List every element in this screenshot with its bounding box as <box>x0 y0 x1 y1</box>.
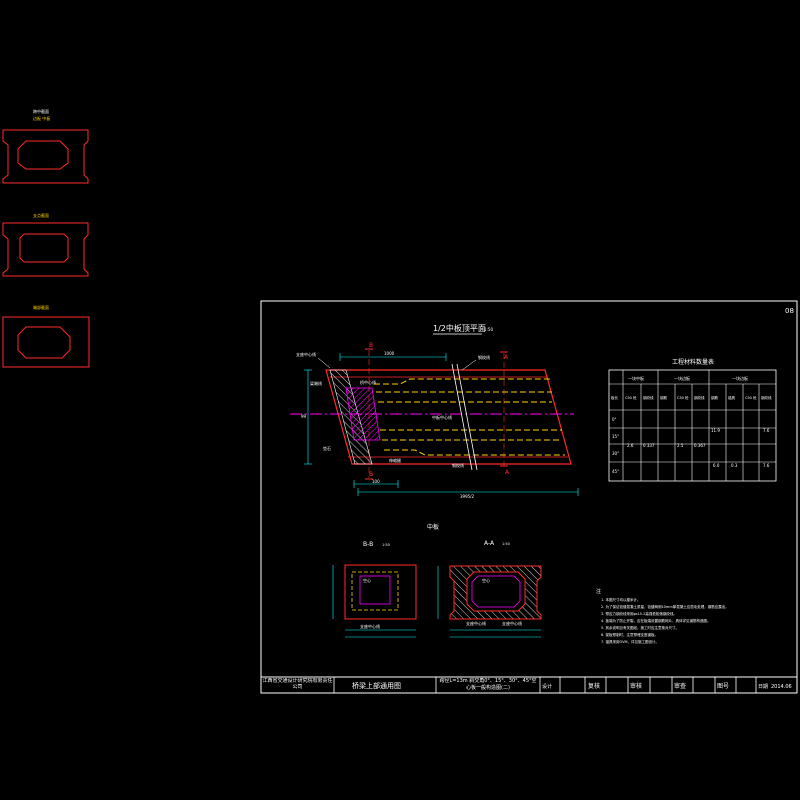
side-section-2: 支点截面 <box>2 212 89 277</box>
side-section-1-label-b: 边板 中板 <box>33 115 50 121</box>
plan-label-top-right: 钢绞线 <box>478 354 490 360</box>
section-bb: B-B 1:50 空心 支座中心线 <box>332 541 417 638</box>
section-aa-bottom-left: 支座中心线 <box>466 620 486 626</box>
table-row-2-col-6: 11.9 <box>711 428 720 433</box>
sheet-number: 08 <box>785 307 794 315</box>
plan-label-bottom-left: 伸缩缝 <box>389 457 401 463</box>
plan-dim-top: 1000 <box>384 351 395 356</box>
section-aa-scale: 1:50 <box>502 542 510 546</box>
notes-title: 注 <box>596 588 601 595</box>
title-drawing-no-label: 图号 <box>717 683 729 690</box>
table-row-2-col-5: 0.367 <box>694 443 706 448</box>
midspan-label: 中板 <box>427 523 439 531</box>
sheet-frame: 08 <box>260 300 798 694</box>
title-project: 桥梁上部通用图 <box>352 681 401 690</box>
plan-title: 1/2中板顶平面 <box>433 323 486 333</box>
side-section-1-label-a: 跨中截面 <box>33 108 49 114</box>
plan-strands <box>374 378 565 456</box>
table-group-1: 一块中板 <box>628 375 644 381</box>
note-6: 6. 梁板预制时，注意预埋支座钢板。 <box>601 632 658 637</box>
side-section-3-void <box>17 326 71 359</box>
plan-label-left-mid: 梁端线 <box>310 380 322 386</box>
table-note-row-9: 0.3 <box>731 463 738 468</box>
section-bb-core: 空心 <box>363 577 371 583</box>
side-section-2-outline <box>2 222 89 277</box>
note-4: 4. 板端为了防止开裂，应在板端设置钢筋网片，具体详见钢筋构造图。 <box>601 618 710 623</box>
title-drawing-name: 跨径L=13m 斜交角0°、15°、30°、45°空心板一般构造图(二) <box>439 678 537 691</box>
plan-dim-bottom-1: 100 <box>372 479 380 484</box>
material-table: 工程材料数量表 一块中板 一块边板 一块边板 板长 C50 砼 钢绞线 钢筋 C… <box>608 358 777 482</box>
note-1: 1. 本图尺寸均以厘米计。 <box>601 597 640 602</box>
side-section-3: 端部截面 <box>2 304 90 368</box>
table-header-6: 钢筋 <box>711 395 719 400</box>
plan-view: 1/2中板顶平面 1:50 B A B A 1000 99 100 3995/2… <box>290 323 579 499</box>
note-2: 2. 为了保证铰缝混凝土质量，铰缝两侧10mm厚混凝土应凿毛处理，钢筋应露出。 <box>601 604 729 609</box>
table-header-4: C50 砼 <box>677 395 689 400</box>
section-aa: A-A 1:50 空心 支座中心线 支座中心线 <box>437 540 542 638</box>
section-bb-title: B-B <box>363 541 373 548</box>
note-5: 5. 其余说明见有关图纸，施工时应注意核对尺寸。 <box>601 625 679 630</box>
table-note-row-8: 6.0 <box>713 463 720 468</box>
table-header-3: 钢筋 <box>660 395 668 400</box>
title-date-label: 日期 <box>758 684 768 690</box>
section-marker-b-top: B <box>369 342 373 349</box>
title-date-value: 2014.06 <box>771 684 792 690</box>
table-row-1-col-0: 15° <box>612 434 619 439</box>
note-7: 7. 锚具采用OVM，详见施工图设计。 <box>601 639 659 644</box>
side-section-1: 跨中截面 边板 中板 <box>2 108 89 184</box>
note-3: 3. 预应力钢绞线采用φs15.2高强低松弛钢绞线。 <box>601 611 677 616</box>
title-company: 江西省交通设计研究院有限责任公司 <box>262 678 333 690</box>
plan-label-mid-left: 桥中心线 <box>360 379 376 385</box>
section-bb-bottom: 支座中心线 <box>360 623 380 629</box>
table-row-2-col-1: 2.6 <box>627 443 634 448</box>
side-section-1-void <box>17 140 69 170</box>
table-row-0-col-10: 7.6 <box>763 428 770 433</box>
title-approve-label: 审查 <box>674 682 686 690</box>
section-marker-b-bottom: B <box>369 471 373 478</box>
table-header-9: 钢绞线 <box>761 395 772 400</box>
table-row-2-col-0: 30° <box>612 451 619 456</box>
title-design-label: 设计 <box>542 683 552 690</box>
table-row-0-col-0: 0° <box>612 417 617 422</box>
table-row-2-col-2: 0.337 <box>643 443 655 448</box>
table-group-3: 一块边板 <box>732 375 748 381</box>
side-section-3-label: 端部截面 <box>33 304 49 310</box>
table-note-row-10: 7.6 <box>763 463 770 468</box>
plan-dim-bottom-2: 3995/2 <box>460 494 475 499</box>
table-header-7: 锚具 <box>728 395 736 400</box>
section-aa-bottom-right: 支座中心线 <box>502 620 522 626</box>
table-group-2: 一块边板 <box>674 375 690 381</box>
table-title: 工程材料数量表 <box>672 358 714 366</box>
section-bb-scale: 1:50 <box>382 543 390 547</box>
title-block: 江西省交通设计研究院有限责任公司 桥梁上部通用图 跨径L=13m 斜交角0°、1… <box>260 676 798 694</box>
title-review2-label: 审核 <box>630 682 642 690</box>
table-header-1: C50 砼 <box>625 395 637 400</box>
side-section-2-label: 支点截面 <box>33 212 49 218</box>
side-section-3-outline <box>2 316 90 368</box>
section-marker-a-top: A <box>504 354 509 361</box>
side-section-2-void <box>19 233 69 263</box>
notes: 注 1. 本图尺寸均以厘米计。 2. 为了保证铰缝混凝土质量，铰缝两侧10mm厚… <box>596 588 729 644</box>
plan-label-center: 中板中心线 <box>432 414 452 420</box>
table-header-8: C50 砼 <box>745 395 757 400</box>
title-review1-label: 复核 <box>588 682 600 690</box>
section-aa-title: A-A <box>484 540 495 547</box>
plan-dim-left: 99 <box>301 414 307 419</box>
table-row-3-col-0: 45° <box>612 469 619 474</box>
plan-scale: 1:50 <box>484 327 493 332</box>
drawing-canvas: 跨中截面 边板 中板 支点截面 端部截面 08 1/2中板顶平面 1:50 B … <box>2 108 798 694</box>
table-header-5: 钢绞线 <box>694 395 705 400</box>
section-marker-a-bottom: A <box>505 469 510 476</box>
section-aa-core: 空心 <box>482 577 490 583</box>
plan-label-left-top: 支座中心线 <box>296 351 316 357</box>
side-section-1-outline <box>2 129 89 184</box>
table-header-2: 钢绞线 <box>643 395 654 400</box>
table-header-0: 板长 <box>611 395 619 400</box>
plan-label-bottom-right: 钢绞线 <box>452 462 464 468</box>
plan-label-left-dim: 垫石 <box>323 445 331 451</box>
table-row-2-col-4: 2.5 <box>677 443 684 448</box>
